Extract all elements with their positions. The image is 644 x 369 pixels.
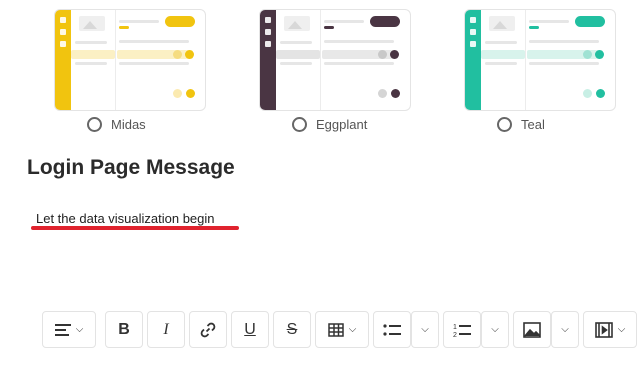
numbered-list-icon: 1 2 bbox=[453, 324, 471, 338]
link-button[interactable] bbox=[189, 311, 227, 348]
underline-button[interactable]: U bbox=[231, 311, 269, 348]
bold-button[interactable]: B bbox=[105, 311, 143, 348]
chevron-down-icon: ⌵ bbox=[421, 324, 429, 335]
image-placeholder-icon bbox=[284, 16, 310, 31]
chevron-down-icon: ⌵ bbox=[491, 324, 499, 335]
theme-rail bbox=[465, 10, 481, 110]
theme-label: Teal bbox=[521, 117, 545, 132]
bold-icon: B bbox=[118, 320, 130, 338]
svg-text:2: 2 bbox=[453, 332, 457, 338]
bullet-list-button[interactable] bbox=[373, 311, 411, 348]
preview-list bbox=[71, 10, 116, 110]
strikethrough-icon: S bbox=[286, 320, 298, 338]
theme-label: Midas bbox=[111, 117, 146, 132]
bullet-list-icon bbox=[383, 323, 401, 336]
numbered-list-options-button[interactable]: ⌵ bbox=[481, 311, 509, 348]
bullet-list-options-button[interactable]: ⌵ bbox=[411, 311, 439, 348]
section-title: Login Page Message bbox=[27, 156, 235, 179]
table-button[interactable]: ⌵ bbox=[315, 311, 369, 348]
radio-button[interactable] bbox=[87, 117, 102, 132]
image-options-button[interactable]: ⌵ bbox=[551, 311, 579, 348]
chevron-down-icon: ⌵ bbox=[75, 324, 84, 335]
svg-text:1: 1 bbox=[453, 324, 457, 331]
italic-button[interactable]: I bbox=[147, 311, 185, 348]
align-button[interactable]: ⌵ bbox=[42, 311, 96, 348]
numbered-list-button[interactable]: 1 2 bbox=[443, 311, 481, 348]
theme-option-midas[interactable]: Midas bbox=[87, 117, 146, 132]
video-icon bbox=[594, 321, 613, 338]
preview-list bbox=[276, 10, 321, 110]
theme-rail bbox=[260, 10, 276, 110]
theme-label: Eggplant bbox=[316, 117, 368, 132]
radio-button[interactable] bbox=[292, 117, 307, 132]
theme-rail bbox=[55, 10, 71, 110]
video-button[interactable]: ⌵ bbox=[583, 311, 637, 348]
spellcheck-underline bbox=[31, 226, 239, 230]
image-button[interactable] bbox=[513, 311, 551, 348]
radio-button[interactable] bbox=[497, 117, 512, 132]
underline-icon: U bbox=[244, 320, 256, 338]
italic-icon: I bbox=[163, 320, 169, 338]
preview-list bbox=[481, 10, 526, 110]
login-message-text[interactable]: Let the data visualization begin bbox=[36, 211, 215, 226]
image-placeholder-icon bbox=[489, 16, 515, 31]
image-icon bbox=[523, 321, 541, 338]
chevron-down-icon: ⌵ bbox=[617, 324, 626, 335]
chevron-down-icon: ⌵ bbox=[348, 324, 357, 335]
table-icon bbox=[327, 322, 344, 337]
theme-preview-midas[interactable] bbox=[54, 9, 206, 111]
image-placeholder-icon bbox=[79, 16, 105, 31]
link-icon bbox=[200, 322, 216, 337]
theme-option-eggplant[interactable]: Eggplant bbox=[292, 117, 367, 132]
theme-option-teal[interactable]: Teal bbox=[497, 117, 545, 132]
theme-preview-eggplant[interactable] bbox=[259, 9, 411, 111]
chevron-down-icon: ⌵ bbox=[561, 324, 569, 335]
theme-preview-teal[interactable] bbox=[464, 9, 616, 111]
strikethrough-button[interactable]: S bbox=[273, 311, 311, 348]
align-left-icon bbox=[54, 323, 71, 336]
